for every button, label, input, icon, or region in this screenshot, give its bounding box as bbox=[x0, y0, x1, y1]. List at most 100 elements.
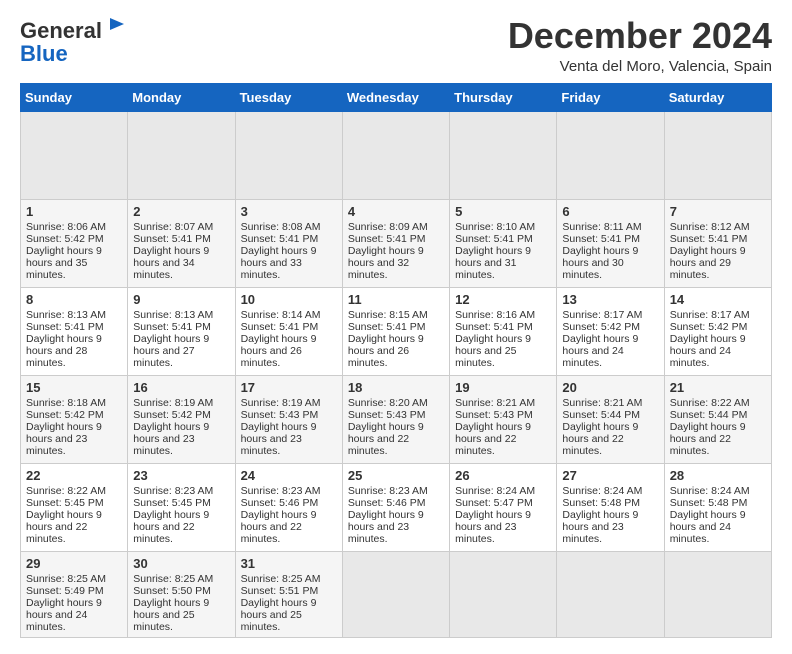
calendar-week-row: 1Sunrise: 8:06 AMSunset: 5:42 PMDaylight… bbox=[21, 199, 772, 287]
day-number: 24 bbox=[241, 468, 337, 483]
calendar-cell: 22Sunrise: 8:22 AMSunset: 5:45 PMDayligh… bbox=[21, 463, 128, 551]
day-number: 2 bbox=[133, 204, 229, 219]
sunset-time: Sunset: 5:41 PM bbox=[455, 321, 533, 333]
sunrise-time: Sunrise: 8:11 AM bbox=[562, 221, 641, 233]
sunset-time: Sunset: 5:41 PM bbox=[241, 321, 319, 333]
calendar-cell: 5Sunrise: 8:10 AMSunset: 5:41 PMDaylight… bbox=[450, 199, 557, 287]
sunrise-time: Sunrise: 8:23 AM bbox=[133, 485, 213, 497]
day-number: 29 bbox=[26, 556, 122, 571]
day-number: 3 bbox=[241, 204, 337, 219]
title-block: December 2024 Venta del Moro, Valencia, … bbox=[508, 16, 772, 75]
day-number: 31 bbox=[241, 556, 337, 571]
calendar-cell: 19Sunrise: 8:21 AMSunset: 5:43 PMDayligh… bbox=[450, 375, 557, 463]
daylight-hours: Daylight hours 9 hours and 29 minutes. bbox=[670, 245, 746, 281]
sunrise-time: Sunrise: 8:13 AM bbox=[133, 309, 213, 321]
calendar-cell: 17Sunrise: 8:19 AMSunset: 5:43 PMDayligh… bbox=[235, 375, 342, 463]
sunrise-time: Sunrise: 8:25 AM bbox=[241, 573, 321, 585]
calendar-cell bbox=[450, 551, 557, 637]
calendar-cell: 14Sunrise: 8:17 AMSunset: 5:42 PMDayligh… bbox=[664, 287, 771, 375]
sunrise-time: Sunrise: 8:17 AM bbox=[670, 309, 750, 321]
sunrise-time: Sunrise: 8:17 AM bbox=[562, 309, 642, 321]
daylight-hours: Daylight hours 9 hours and 27 minutes. bbox=[133, 333, 209, 369]
daylight-hours: Daylight hours 9 hours and 23 minutes. bbox=[241, 421, 317, 457]
calendar-week-row bbox=[21, 111, 772, 199]
day-number: 10 bbox=[241, 292, 337, 307]
logo-general-text: General bbox=[20, 18, 102, 43]
calendar-cell bbox=[21, 111, 128, 199]
day-number: 4 bbox=[348, 204, 444, 219]
daylight-hours: Daylight hours 9 hours and 24 minutes. bbox=[562, 333, 638, 369]
calendar-week-row: 22Sunrise: 8:22 AMSunset: 5:45 PMDayligh… bbox=[21, 463, 772, 551]
day-header-thursday: Thursday bbox=[450, 83, 557, 111]
sunset-time: Sunset: 5:42 PM bbox=[26, 409, 104, 421]
sunrise-time: Sunrise: 8:20 AM bbox=[348, 397, 428, 409]
sunset-time: Sunset: 5:43 PM bbox=[241, 409, 319, 421]
daylight-hours: Daylight hours 9 hours and 23 minutes. bbox=[133, 421, 209, 457]
calendar-cell: 25Sunrise: 8:23 AMSunset: 5:46 PMDayligh… bbox=[342, 463, 449, 551]
calendar-cell: 3Sunrise: 8:08 AMSunset: 5:41 PMDaylight… bbox=[235, 199, 342, 287]
sunrise-time: Sunrise: 8:23 AM bbox=[241, 485, 321, 497]
daylight-hours: Daylight hours 9 hours and 22 minutes. bbox=[241, 509, 317, 545]
sunset-time: Sunset: 5:43 PM bbox=[348, 409, 426, 421]
sunset-time: Sunset: 5:49 PM bbox=[26, 585, 104, 597]
sunset-time: Sunset: 5:50 PM bbox=[133, 585, 211, 597]
day-header-wednesday: Wednesday bbox=[342, 83, 449, 111]
daylight-hours: Daylight hours 9 hours and 24 minutes. bbox=[670, 509, 746, 545]
sunset-time: Sunset: 5:46 PM bbox=[241, 497, 319, 509]
calendar-table: SundayMondayTuesdayWednesdayThursdayFrid… bbox=[20, 83, 772, 638]
calendar-cell: 30Sunrise: 8:25 AMSunset: 5:50 PMDayligh… bbox=[128, 551, 235, 637]
day-number: 23 bbox=[133, 468, 229, 483]
sunrise-time: Sunrise: 8:24 AM bbox=[670, 485, 750, 497]
sunrise-time: Sunrise: 8:12 AM bbox=[670, 221, 750, 233]
daylight-hours: Daylight hours 9 hours and 28 minutes. bbox=[26, 333, 102, 369]
sunrise-time: Sunrise: 8:15 AM bbox=[348, 309, 428, 321]
day-number: 9 bbox=[133, 292, 229, 307]
calendar-cell bbox=[342, 111, 449, 199]
day-number: 16 bbox=[133, 380, 229, 395]
calendar-cell bbox=[664, 551, 771, 637]
daylight-hours: Daylight hours 9 hours and 22 minutes. bbox=[26, 509, 102, 545]
sunrise-time: Sunrise: 8:19 AM bbox=[241, 397, 321, 409]
day-number: 28 bbox=[670, 468, 766, 483]
calendar-cell: 11Sunrise: 8:15 AMSunset: 5:41 PMDayligh… bbox=[342, 287, 449, 375]
day-number: 1 bbox=[26, 204, 122, 219]
day-number: 22 bbox=[26, 468, 122, 483]
day-header-friday: Friday bbox=[557, 83, 664, 111]
sunset-time: Sunset: 5:41 PM bbox=[562, 233, 640, 245]
day-header-tuesday: Tuesday bbox=[235, 83, 342, 111]
day-header-sunday: Sunday bbox=[21, 83, 128, 111]
calendar-cell: 13Sunrise: 8:17 AMSunset: 5:42 PMDayligh… bbox=[557, 287, 664, 375]
calendar-cell: 20Sunrise: 8:21 AMSunset: 5:44 PMDayligh… bbox=[557, 375, 664, 463]
logo: General Blue bbox=[20, 16, 126, 65]
daylight-hours: Daylight hours 9 hours and 31 minutes. bbox=[455, 245, 531, 281]
daylight-hours: Daylight hours 9 hours and 25 minutes. bbox=[455, 333, 531, 369]
sunset-time: Sunset: 5:51 PM bbox=[241, 585, 319, 597]
calendar-week-row: 29Sunrise: 8:25 AMSunset: 5:49 PMDayligh… bbox=[21, 551, 772, 637]
daylight-hours: Daylight hours 9 hours and 23 minutes. bbox=[348, 509, 424, 545]
day-number: 20 bbox=[562, 380, 658, 395]
calendar-cell bbox=[128, 111, 235, 199]
calendar-cell bbox=[557, 111, 664, 199]
day-number: 6 bbox=[562, 204, 658, 219]
sunrise-time: Sunrise: 8:18 AM bbox=[26, 397, 106, 409]
calendar-cell: 6Sunrise: 8:11 AMSunset: 5:41 PMDaylight… bbox=[557, 199, 664, 287]
day-number: 27 bbox=[562, 468, 658, 483]
day-number: 7 bbox=[670, 204, 766, 219]
calendar-cell: 2Sunrise: 8:07 AMSunset: 5:41 PMDaylight… bbox=[128, 199, 235, 287]
daylight-hours: Daylight hours 9 hours and 26 minutes. bbox=[241, 333, 317, 369]
daylight-hours: Daylight hours 9 hours and 22 minutes. bbox=[562, 421, 638, 457]
sunset-time: Sunset: 5:41 PM bbox=[348, 321, 426, 333]
daylight-hours: Daylight hours 9 hours and 22 minutes. bbox=[348, 421, 424, 457]
sunset-time: Sunset: 5:41 PM bbox=[26, 321, 104, 333]
day-number: 30 bbox=[133, 556, 229, 571]
day-number: 18 bbox=[348, 380, 444, 395]
sunset-time: Sunset: 5:44 PM bbox=[670, 409, 748, 421]
sunset-time: Sunset: 5:41 PM bbox=[133, 321, 211, 333]
calendar-cell: 18 Sunrise: 8:20 AMSunset: 5:43 PMDayligh… bbox=[342, 375, 449, 463]
day-header-monday: Monday bbox=[128, 83, 235, 111]
day-number: 8 bbox=[26, 292, 122, 307]
daylight-hours: Daylight hours 9 hours and 24 minutes. bbox=[670, 333, 746, 369]
sunset-time: Sunset: 5:42 PM bbox=[562, 321, 640, 333]
calendar-week-row: 15Sunrise: 8:18 AMSunset: 5:42 PMDayligh… bbox=[21, 375, 772, 463]
daylight-hours: Daylight hours 9 hours and 23 minutes. bbox=[562, 509, 638, 545]
